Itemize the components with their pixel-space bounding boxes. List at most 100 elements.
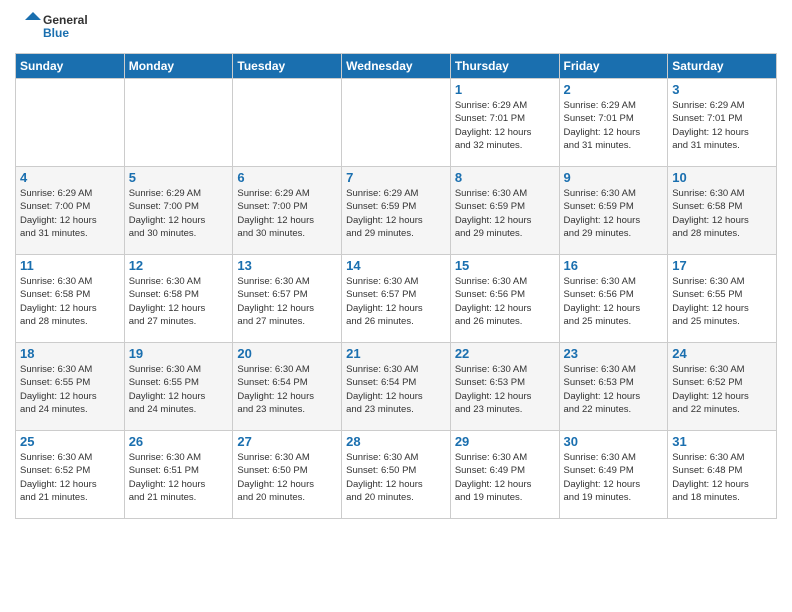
day-info: Sunrise: 6:30 AM Sunset: 6:57 PM Dayligh… — [346, 275, 446, 328]
calendar-cell: 20 Sunrise: 6:30 AM Sunset: 6:54 PM Dayli… — [233, 343, 342, 431]
calendar-cell: 25 Sunrise: 6:30 AM Sunset: 6:52 PM Dayli… — [16, 431, 125, 519]
day-info: Sunrise: 6:30 AM Sunset: 6:53 PM Dayligh… — [455, 363, 555, 416]
calendar-cell: 17 Sunrise: 6:30 AM Sunset: 6:55 PM Dayli… — [668, 255, 777, 343]
day-info: Sunrise: 6:30 AM Sunset: 6:55 PM Dayligh… — [20, 363, 120, 416]
weekday-header-wednesday: Wednesday — [342, 54, 451, 79]
calendar-cell — [124, 79, 233, 167]
day-info: Sunrise: 6:30 AM Sunset: 6:58 PM Dayligh… — [129, 275, 229, 328]
logo-svg: GeneralBlue — [15, 10, 95, 45]
day-info: Sunrise: 6:30 AM Sunset: 6:50 PM Dayligh… — [346, 451, 446, 504]
calendar-cell: 9 Sunrise: 6:30 AM Sunset: 6:59 PM Daylig… — [559, 167, 668, 255]
day-info: Sunrise: 6:29 AM Sunset: 7:00 PM Dayligh… — [20, 187, 120, 240]
weekday-header-row: SundayMondayTuesdayWednesdayThursdayFrid… — [16, 54, 777, 79]
svg-text:General: General — [43, 13, 88, 27]
day-number: 4 — [20, 170, 120, 185]
day-info: Sunrise: 6:29 AM Sunset: 7:01 PM Dayligh… — [672, 99, 772, 152]
calendar-cell: 8Sunrise: 6:30 AM Sunset: 6:59 PM Daylig… — [450, 167, 559, 255]
day-number: 7 — [346, 170, 446, 185]
day-info: Sunrise: 6:30 AM Sunset: 6:58 PM Dayligh… — [20, 275, 120, 328]
day-number: 12 — [129, 258, 229, 273]
header: GeneralBlue — [15, 10, 777, 45]
calendar-cell — [16, 79, 125, 167]
day-number: 29 — [455, 434, 555, 449]
day-info: Sunrise: 6:30 AM Sunset: 6:50 PM Dayligh… — [237, 451, 337, 504]
day-number: 19 — [129, 346, 229, 361]
logo: GeneralBlue — [15, 10, 95, 45]
calendar-cell: 30Sunrise: 6:30 AM Sunset: 6:49 PM Dayli… — [559, 431, 668, 519]
day-info: Sunrise: 6:30 AM Sunset: 6:58 PM Dayligh… — [672, 187, 772, 240]
calendar-cell: 18 Sunrise: 6:30 AM Sunset: 6:55 PM Dayli… — [16, 343, 125, 431]
day-info: Sunrise: 6:30 AM Sunset: 6:55 PM Dayligh… — [129, 363, 229, 416]
day-number: 15 — [455, 258, 555, 273]
calendar-cell: 26Sunrise: 6:30 AM Sunset: 6:51 PM Dayli… — [124, 431, 233, 519]
weekday-header-thursday: Thursday — [450, 54, 559, 79]
calendar-cell: 13 Sunrise: 6:30 AM Sunset: 6:57 PM Dayli… — [233, 255, 342, 343]
svg-text:Blue: Blue — [43, 26, 69, 40]
day-number: 20 — [237, 346, 337, 361]
day-info: Sunrise: 6:30 AM Sunset: 6:55 PM Dayligh… — [672, 275, 772, 328]
day-number: 25 — [20, 434, 120, 449]
day-info: Sunrise: 6:30 AM Sunset: 6:52 PM Dayligh… — [20, 451, 120, 504]
calendar-cell: 10 Sunrise: 6:30 AM Sunset: 6:58 PM Dayli… — [668, 167, 777, 255]
day-info: Sunrise: 6:29 AM Sunset: 7:01 PM Dayligh… — [564, 99, 664, 152]
day-info: Sunrise: 6:30 AM Sunset: 6:54 PM Dayligh… — [237, 363, 337, 416]
calendar-cell: 19 Sunrise: 6:30 AM Sunset: 6:55 PM Dayli… — [124, 343, 233, 431]
day-info: Sunrise: 6:30 AM Sunset: 6:52 PM Dayligh… — [672, 363, 772, 416]
weekday-header-tuesday: Tuesday — [233, 54, 342, 79]
weekday-header-monday: Monday — [124, 54, 233, 79]
calendar-week-row: 11 Sunrise: 6:30 AM Sunset: 6:58 PM Dayli… — [16, 255, 777, 343]
day-number: 16 — [564, 258, 664, 273]
day-info: Sunrise: 6:30 AM Sunset: 6:56 PM Dayligh… — [455, 275, 555, 328]
day-number: 18 — [20, 346, 120, 361]
day-number: 28 — [346, 434, 446, 449]
calendar-table: SundayMondayTuesdayWednesdayThursdayFrid… — [15, 53, 777, 519]
day-number: 30 — [564, 434, 664, 449]
calendar-cell: 22 Sunrise: 6:30 AM Sunset: 6:53 PM Dayli… — [450, 343, 559, 431]
day-number: 27 — [237, 434, 337, 449]
calendar-week-row: 18 Sunrise: 6:30 AM Sunset: 6:55 PM Dayli… — [16, 343, 777, 431]
calendar-cell: 4 Sunrise: 6:29 AM Sunset: 7:00 PM Daylig… — [16, 167, 125, 255]
day-info: Sunrise: 6:30 AM Sunset: 6:59 PM Dayligh… — [455, 187, 555, 240]
calendar-cell: 3 Sunrise: 6:29 AM Sunset: 7:01 PM Daylig… — [668, 79, 777, 167]
day-info: Sunrise: 6:30 AM Sunset: 6:56 PM Dayligh… — [564, 275, 664, 328]
day-number: 22 — [455, 346, 555, 361]
day-info: Sunrise: 6:30 AM Sunset: 6:49 PM Dayligh… — [455, 451, 555, 504]
day-info: Sunrise: 6:30 AM Sunset: 6:48 PM Dayligh… — [672, 451, 772, 504]
calendar-cell: 29 Sunrise: 6:30 AM Sunset: 6:49 PM Dayli… — [450, 431, 559, 519]
calendar-cell: 23 Sunrise: 6:30 AM Sunset: 6:53 PM Dayli… — [559, 343, 668, 431]
calendar-cell: 28 Sunrise: 6:30 AM Sunset: 6:50 PM Dayli… — [342, 431, 451, 519]
day-number: 5 — [129, 170, 229, 185]
day-number: 9 — [564, 170, 664, 185]
day-info: Sunrise: 6:30 AM Sunset: 6:53 PM Dayligh… — [564, 363, 664, 416]
day-info: Sunrise: 6:29 AM Sunset: 7:00 PM Dayligh… — [129, 187, 229, 240]
day-info: Sunrise: 6:29 AM Sunset: 7:01 PM Dayligh… — [455, 99, 555, 152]
calendar-cell: 24 Sunrise: 6:30 AM Sunset: 6:52 PM Dayli… — [668, 343, 777, 431]
day-info: Sunrise: 6:30 AM Sunset: 6:59 PM Dayligh… — [564, 187, 664, 240]
day-info: Sunrise: 6:29 AM Sunset: 6:59 PM Dayligh… — [346, 187, 446, 240]
day-number: 24 — [672, 346, 772, 361]
day-number: 10 — [672, 170, 772, 185]
day-number: 13 — [237, 258, 337, 273]
calendar-cell: 16 Sunrise: 6:30 AM Sunset: 6:56 PM Dayli… — [559, 255, 668, 343]
calendar-cell: 12 Sunrise: 6:30 AM Sunset: 6:58 PM Dayli… — [124, 255, 233, 343]
calendar-cell: 1 Sunrise: 6:29 AM Sunset: 7:01 PM Daylig… — [450, 79, 559, 167]
page-container: GeneralBlue SundayMondayTuesdayWednesday… — [0, 0, 792, 529]
day-number: 2 — [564, 82, 664, 97]
day-number: 3 — [672, 82, 772, 97]
calendar-cell: 27 Sunrise: 6:30 AM Sunset: 6:50 PM Dayli… — [233, 431, 342, 519]
calendar-cell: 31Sunrise: 6:30 AM Sunset: 6:48 PM Dayli… — [668, 431, 777, 519]
day-number: 23 — [564, 346, 664, 361]
day-number: 11 — [20, 258, 120, 273]
day-info: Sunrise: 6:30 AM Sunset: 6:54 PM Dayligh… — [346, 363, 446, 416]
calendar-cell: 6 Sunrise: 6:29 AM Sunset: 7:00 PM Daylig… — [233, 167, 342, 255]
calendar-cell: 15 Sunrise: 6:30 AM Sunset: 6:56 PM Dayli… — [450, 255, 559, 343]
calendar-cell: 2 Sunrise: 6:29 AM Sunset: 7:01 PM Daylig… — [559, 79, 668, 167]
day-info: Sunrise: 6:30 AM Sunset: 6:51 PM Dayligh… — [129, 451, 229, 504]
day-number: 1 — [455, 82, 555, 97]
day-number: 17 — [672, 258, 772, 273]
day-info: Sunrise: 6:29 AM Sunset: 7:00 PM Dayligh… — [237, 187, 337, 240]
calendar-week-row: 25 Sunrise: 6:30 AM Sunset: 6:52 PM Dayli… — [16, 431, 777, 519]
day-number: 6 — [237, 170, 337, 185]
day-info: Sunrise: 6:30 AM Sunset: 6:57 PM Dayligh… — [237, 275, 337, 328]
weekday-header-sunday: Sunday — [16, 54, 125, 79]
